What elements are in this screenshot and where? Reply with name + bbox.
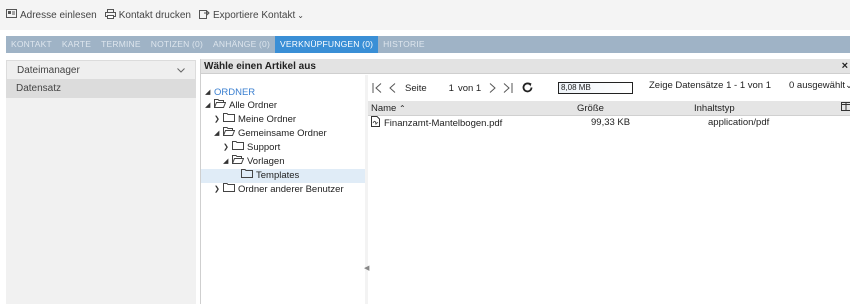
file-table-header: Name ⌃ Größe Inhaltstyp <box>368 101 850 116</box>
export-contact-label: Exportiere Kontakt <box>212 9 296 21</box>
pdf-icon <box>371 116 380 132</box>
export-contact-button[interactable]: Exportiere Kontakt ⌄ <box>198 8 304 22</box>
source-dropdown[interactable]: Dateimanager <box>6 60 196 80</box>
refresh-icon[interactable] <box>522 81 533 96</box>
tab-verknuepfungen[interactable]: VERKNÜPFUNGEN (0) <box>275 36 379 53</box>
name-column-header[interactable]: Name ⌃ <box>371 101 406 116</box>
export-icon <box>198 8 213 22</box>
folder-icon <box>223 183 238 197</box>
close-icon[interactable]: × <box>842 59 848 74</box>
tab-anhaenge[interactable]: ANHÄNGE (0) <box>208 36 275 53</box>
print-contact-button[interactable]: Kontakt drucken <box>104 8 191 22</box>
tab-termine[interactable]: TERMINE <box>96 36 146 53</box>
tree-label: Meine Ordner <box>238 114 297 125</box>
type-column-header[interactable]: Inhaltstyp <box>694 101 735 116</box>
last-page-icon[interactable] <box>502 81 513 96</box>
expanded-arrow-icon: ◢ <box>205 102 211 109</box>
tab-notizen[interactable]: NOTIZEN (0) <box>146 36 208 53</box>
file-list-panel: Seite 1 von 1 8,08 MB Zeige Datensätze 1… <box>368 75 850 304</box>
tree-item-gemeinsame-ordner[interactable]: ◢ Gemeinsame Ordner <box>214 127 327 141</box>
expanded-arrow-icon: ◢ <box>205 89 211 96</box>
expanded-arrow-icon: ◢ <box>223 158 229 165</box>
tab-karte[interactable]: KARTE <box>57 36 96 53</box>
tree-item-templates[interactable]: Templates <box>201 169 365 183</box>
size-column-header[interactable]: Größe <box>577 101 604 116</box>
records-info: Zeige Datensätze 1 - 1 von 1 <box>649 80 771 91</box>
file-type-cell: application/pdf <box>708 117 770 128</box>
tree-item-meine-ordner[interactable]: ❯ Meine Ordner <box>214 113 296 127</box>
tree-label: Vorlagen <box>247 156 285 167</box>
storage-usage-bar: 8,08 MB <box>558 82 633 94</box>
tree-label: Alle Ordner <box>229 100 278 111</box>
contact-tabs: KONTAKT KARTE TERMINE NOTIZEN (0) ANHÄNG… <box>6 36 850 53</box>
folder-icon <box>223 113 238 127</box>
chevron-right-icon: ❯ <box>223 144 229 151</box>
read-address-label: Adresse einlesen <box>20 9 97 21</box>
folder-tree: ◢ ORDNER ◢ Alle Ordner ❯ Meine Ordner ◢ … <box>201 75 365 304</box>
tree-label: Ordner anderer Benutzer <box>238 184 344 195</box>
contact-toolbar: Adresse einlesen Kontakt drucken Exporti… <box>0 0 850 30</box>
chevron-down-icon: ⌄ <box>297 10 304 20</box>
chevron-down-icon <box>177 65 185 76</box>
file-size-cell: 99,33 KB <box>591 117 631 128</box>
tree-label: Templates <box>256 170 300 181</box>
tree-root-label: ORDNER <box>214 87 256 98</box>
columns-icon[interactable] <box>841 101 850 116</box>
folder-open-icon <box>222 127 238 141</box>
chevron-right-icon: ❯ <box>214 186 220 193</box>
page-input[interactable]: 1 <box>449 83 454 94</box>
chevron-down-icon: ⌄ <box>844 80 850 91</box>
tree-item-support[interactable]: ❯ Support <box>223 141 280 155</box>
link-source-panel: Dateimanager Datensatz <box>6 60 196 304</box>
prev-page-icon[interactable] <box>389 81 396 96</box>
source-dropdown-value: Dateimanager <box>17 64 80 76</box>
sort-asc-icon: ⌃ <box>398 104 406 113</box>
page-of-label: von 1 <box>457 82 482 94</box>
dialog-title: Wähle einen Artikel aus <box>201 59 850 74</box>
tree-root[interactable]: ◢ ORDNER <box>205 86 255 100</box>
tree-label: Gemeinsame Ordner <box>238 128 327 139</box>
printer-icon <box>104 8 119 22</box>
folder-icon <box>241 169 256 183</box>
folder-open-icon <box>231 155 247 169</box>
tree-item-ordner-anderer-benutzer[interactable]: ❯ Ordner anderer Benutzer <box>214 183 344 197</box>
select-article-dialog: Wähle einen Artikel aus × ◢ ORDNER ◢ All… <box>200 59 850 304</box>
print-contact-label: Kontakt drucken <box>118 9 191 21</box>
tree-item-alle-ordner[interactable]: ◢ Alle Ordner <box>205 99 277 113</box>
table-row[interactable]: Finanzamt-Mantelbogen.pdf 99,33 KB appli… <box>368 116 850 130</box>
file-name: Finanzamt-Mantelbogen.pdf <box>384 118 503 129</box>
id-card-icon <box>6 9 20 21</box>
expanded-arrow-icon: ◢ <box>214 130 220 137</box>
first-page-icon[interactable] <box>372 81 383 96</box>
chevron-right-icon: ❯ <box>214 116 220 123</box>
tree-label: Support <box>247 142 281 153</box>
tab-historie[interactable]: HISTORIE <box>378 36 430 53</box>
name-header-label: Name <box>371 103 397 114</box>
read-address-button[interactable]: Adresse einlesen <box>6 9 97 21</box>
datensatz-item[interactable]: Datensatz <box>6 80 196 98</box>
selection-count-dropdown[interactable]: 0 ausgewählt⌄ <box>789 80 850 91</box>
page-label: Seite <box>405 82 427 94</box>
tree-item-vorlagen[interactable]: ◢ Vorlagen <box>223 155 285 169</box>
next-page-icon[interactable] <box>489 81 496 96</box>
file-name-cell: Finanzamt-Mantelbogen.pdf <box>371 116 502 132</box>
folder-icon <box>232 141 247 155</box>
tab-kontakt[interactable]: KONTAKT <box>6 36 57 53</box>
folder-open-icon <box>213 99 229 113</box>
selection-count-label: 0 ausgewählt <box>789 80 845 91</box>
